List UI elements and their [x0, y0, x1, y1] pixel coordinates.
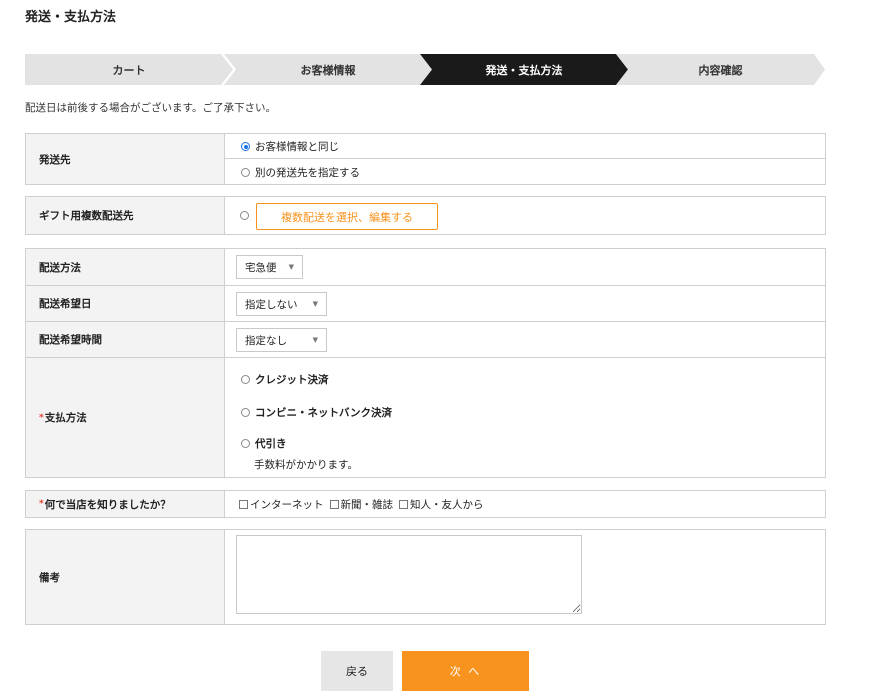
- radio-icon[interactable]: [241, 168, 250, 177]
- label-text: 支払方法: [44, 412, 87, 424]
- radio-label: クレジット決済: [255, 374, 329, 386]
- radio-icon[interactable]: [241, 439, 250, 448]
- delivery-payment-block: 配送方法 宅急便 ▼ 配送希望日 指定しない ▼ 配送希望時間 指定なし ▼ *: [25, 248, 826, 478]
- radio-label: コンビニ・ネットバンク決済: [255, 407, 393, 419]
- survey-label: * 何で当店を知りましたか？: [26, 491, 225, 517]
- chevron-down-icon: ▼: [288, 263, 294, 271]
- chevron-down-icon: ▼: [312, 336, 318, 344]
- radio-gift-icon[interactable]: [240, 211, 249, 220]
- delivery-method-select[interactable]: 宅急便 ▼: [236, 255, 303, 279]
- required-mark: *: [39, 412, 44, 423]
- radio-icon[interactable]: [241, 408, 250, 417]
- delivery-date-label: 配送希望日: [26, 286, 225, 321]
- shipping-destination-label: 発送先: [26, 134, 225, 184]
- multi-delivery-button[interactable]: 複数配送を選択、編集する: [256, 203, 438, 230]
- radio-checked-icon[interactable]: [241, 142, 250, 151]
- chevron-down-icon: ▼: [312, 300, 318, 308]
- radio-other-address[interactable]: 別の発送先を指定する: [241, 165, 360, 180]
- radio-credit-card[interactable]: クレジット決済: [241, 372, 329, 387]
- remarks-label: 備考: [26, 530, 225, 624]
- select-value: 宅急便: [245, 261, 277, 274]
- checkbox-icon[interactable]: [399, 499, 408, 509]
- required-mark: *: [39, 499, 44, 509]
- radio-convenience-store[interactable]: コンビニ・ネットバンク決済: [241, 405, 392, 420]
- gift-block: ギフト用複数配送先 複数配送を選択、編集する: [25, 196, 826, 235]
- payment-method-label: * 支払方法: [26, 358, 225, 477]
- delivery-notice: 配送日は前後する場合がございます。ご了承下さい。: [25, 102, 276, 114]
- page-title: 発送・支払方法: [25, 10, 117, 25]
- radio-label: お客様情報と同じ: [255, 141, 339, 153]
- checkbox-icon[interactable]: [239, 499, 248, 509]
- gift-label: ギフト用複数配送先: [26, 197, 225, 234]
- checkbox-label: 新聞・雑誌: [340, 498, 394, 511]
- label-text: 何で当店を知りましたか？: [44, 498, 171, 511]
- back-button[interactable]: 戻る: [321, 651, 393, 691]
- checkbox-newspaper[interactable]: 新聞・雑誌: [329, 497, 394, 512]
- radio-same-as-customer[interactable]: お客様情報と同じ: [241, 139, 339, 154]
- survey-block: * 何で当店を知りましたか？ インターネット 新聞・雑誌 知人・友人から: [25, 490, 826, 518]
- delivery-method-label: 配送方法: [26, 249, 225, 285]
- step-shipping-payment: 発送・支払方法: [420, 54, 628, 85]
- checkbox-label: 知人・友人から: [410, 498, 484, 511]
- step-confirm: 内容確認: [616, 54, 825, 85]
- select-value: 指定しない: [245, 298, 298, 311]
- checkbox-label: インターネット: [250, 498, 324, 511]
- checkbox-internet[interactable]: インターネット: [239, 497, 324, 512]
- checkbox-icon[interactable]: [329, 499, 339, 509]
- remarks-block: 備考: [25, 529, 826, 625]
- progress-steps: カート お客様情報 発送・支払方法 内容確認: [25, 54, 825, 85]
- next-button[interactable]: 次 へ: [402, 651, 529, 691]
- select-value: 指定なし: [245, 334, 287, 347]
- delivery-time-label: 配送希望時間: [26, 322, 225, 357]
- shipping-destination-block: 発送先 お客様情報と同じ 別の発送先を指定する: [25, 133, 826, 185]
- radio-icon[interactable]: [241, 375, 250, 384]
- radio-label: 別の発送先を指定する: [255, 167, 360, 179]
- delivery-time-select[interactable]: 指定なし ▼: [236, 328, 327, 352]
- radio-label: 代引き: [255, 438, 287, 450]
- cod-fee-note: 手数料がかかります。: [254, 459, 358, 471]
- checkbox-friend[interactable]: 知人・友人から: [399, 497, 484, 512]
- radio-cash-on-delivery[interactable]: 代引き: [241, 436, 287, 451]
- remarks-textarea[interactable]: [236, 535, 582, 614]
- step-customer-info: お客様情報: [224, 54, 432, 85]
- delivery-date-select[interactable]: 指定しない ▼: [236, 292, 327, 316]
- step-cart: カート: [25, 54, 233, 85]
